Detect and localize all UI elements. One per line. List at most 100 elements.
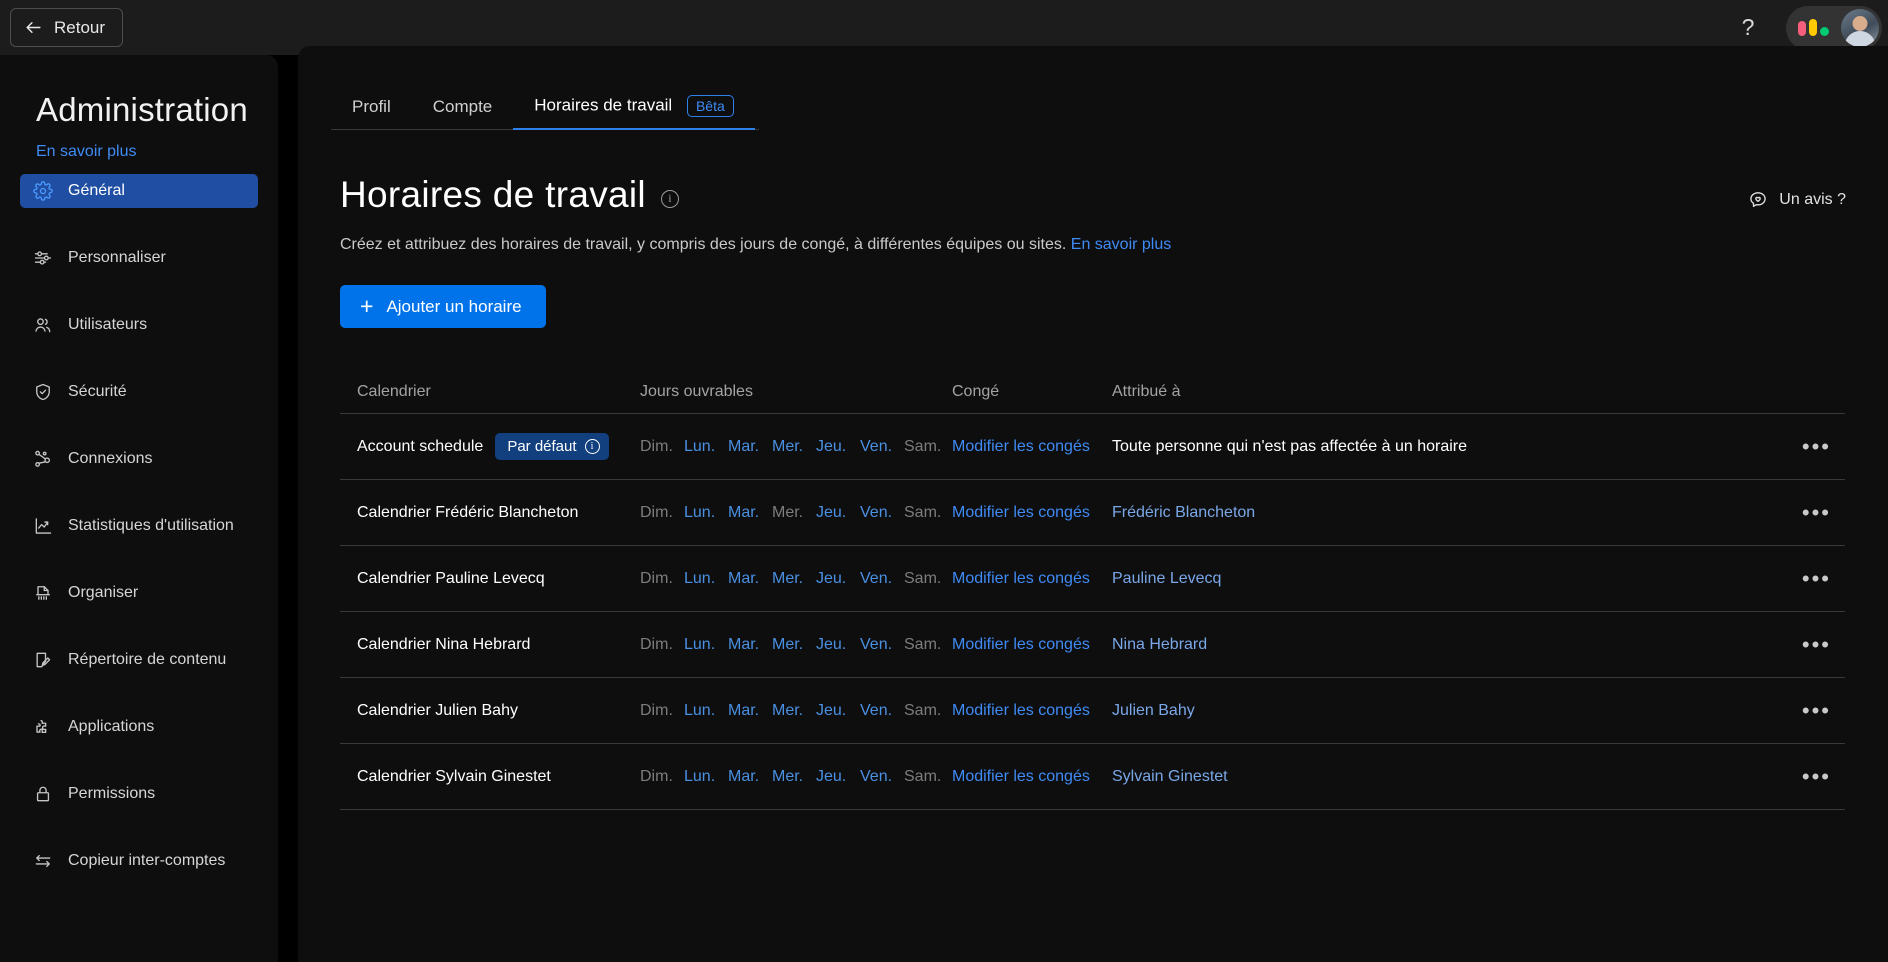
cell-assigned-to[interactable]: Nina Hebrard — [1112, 636, 1752, 654]
more-horizontal-icon[interactable]: ••• — [1802, 435, 1831, 457]
day-jeu[interactable]: Jeu. — [816, 702, 860, 720]
avatar[interactable] — [1841, 8, 1879, 47]
sidebar-item-statistiques[interactable]: Statistiques d'utilisation — [20, 509, 258, 543]
cell-assigned-to[interactable]: Pauline Levecq — [1112, 570, 1752, 588]
day-lun[interactable]: Lun. — [684, 768, 728, 786]
day-dim[interactable]: Dim. — [640, 702, 684, 720]
day-ven[interactable]: Ven. — [860, 570, 904, 588]
table-row[interactable]: Calendrier Pauline Levecq Dim. Lun. Mar.… — [340, 546, 1845, 612]
day-mer[interactable]: Mer. — [772, 438, 816, 456]
day-mar[interactable]: Mar. — [728, 636, 772, 654]
cell-row-actions: ••• — [1752, 501, 1845, 523]
sidebar-item-connexions[interactable]: Connexions — [20, 442, 258, 476]
day-lun[interactable]: Lun. — [684, 636, 728, 654]
sidebar-item-copieur-inter-comptes[interactable]: Copieur inter-comptes — [20, 844, 258, 878]
day-jeu[interactable]: Jeu. — [816, 768, 860, 786]
day-ven[interactable]: Ven. — [860, 768, 904, 786]
edit-leave-link[interactable]: Modifier les congés — [952, 636, 1112, 654]
sidebar-item-label: Sécurité — [68, 383, 127, 400]
more-horizontal-icon[interactable]: ••• — [1802, 501, 1831, 523]
day-lun[interactable]: Lun. — [684, 570, 728, 588]
day-mer[interactable]: Mer. — [772, 702, 816, 720]
day-jeu[interactable]: Jeu. — [816, 570, 860, 588]
tab-horaires-de-travail[interactable]: Horaires de travail Bêta — [513, 95, 755, 130]
day-dim[interactable]: Dim. — [640, 504, 684, 522]
day-mar[interactable]: Mar. — [728, 702, 772, 720]
column-header-calendar: Calendrier — [357, 382, 431, 400]
day-mer[interactable]: Mer. — [772, 504, 816, 522]
day-dim[interactable]: Dim. — [640, 636, 684, 654]
table-row[interactable]: Calendrier Julien Bahy Dim. Lun. Mar. Me… — [340, 678, 1845, 744]
add-schedule-button[interactable]: + Ajouter un horaire — [340, 285, 546, 328]
sidebar-item-utilisateurs[interactable]: Utilisateurs — [20, 308, 258, 342]
day-mar[interactable]: Mar. — [728, 504, 772, 522]
day-sam[interactable]: Sam. — [904, 702, 948, 720]
edit-leave-link[interactable]: Modifier les congés — [952, 438, 1112, 456]
day-mar[interactable]: Mar. — [728, 768, 772, 786]
user-menu[interactable] — [1786, 5, 1882, 50]
day-sam[interactable]: Sam. — [904, 636, 948, 654]
sidebar-learn-more-link[interactable]: En savoir plus — [0, 143, 137, 161]
edit-leave-link[interactable]: Modifier les congés — [952, 504, 1112, 522]
day-dim[interactable]: Dim. — [640, 570, 684, 588]
day-mer[interactable]: Mer. — [772, 636, 816, 654]
tab-compte[interactable]: Compte — [412, 97, 514, 129]
day-sam[interactable]: Sam. — [904, 768, 948, 786]
table-row[interactable]: Calendrier Nina Hebrard Dim. Lun. Mar. M… — [340, 612, 1845, 678]
day-dim[interactable]: Dim. — [640, 768, 684, 786]
cell-assigned-to[interactable]: Julien Bahy — [1112, 702, 1752, 720]
cell-assigned-to[interactable]: Frédéric Blancheton — [1112, 504, 1752, 522]
day-jeu[interactable]: Jeu. — [816, 438, 860, 456]
day-jeu[interactable]: Jeu. — [816, 504, 860, 522]
cell-assigned-to[interactable]: Sylvain Ginestet — [1112, 768, 1752, 786]
day-dim[interactable]: Dim. — [640, 438, 684, 456]
day-ven[interactable]: Ven. — [860, 438, 904, 456]
tab-profil[interactable]: Profil — [331, 97, 412, 129]
sidebar-item-general[interactable]: Général — [20, 174, 258, 208]
day-lun[interactable]: Lun. — [684, 438, 728, 456]
day-jeu[interactable]: Jeu. — [816, 636, 860, 654]
schedule-name: Account schedule — [357, 437, 484, 455]
schedules-table: Calendrier Jours ouvrables Congé Attribu… — [340, 370, 1845, 810]
day-ven[interactable]: Ven. — [860, 636, 904, 654]
day-mar[interactable]: Mar. — [728, 438, 772, 456]
edit-leave-link[interactable]: Modifier les congés — [952, 570, 1112, 588]
sidebar-item-label: Permissions — [68, 785, 156, 802]
feedback-button[interactable]: Un avis ? — [1748, 190, 1846, 210]
day-ven[interactable]: Ven. — [860, 504, 904, 522]
day-sam[interactable]: Sam. — [904, 438, 948, 456]
more-horizontal-icon[interactable]: ••• — [1802, 567, 1831, 589]
info-icon[interactable]: i — [660, 190, 679, 208]
sidebar-item-repertoire-contenu[interactable]: Répertoire de contenu — [20, 643, 258, 677]
day-sam[interactable]: Sam. — [904, 504, 948, 522]
day-mar[interactable]: Mar. — [728, 570, 772, 588]
day-ven[interactable]: Ven. — [860, 702, 904, 720]
sidebar-item-securite[interactable]: Sécurité — [20, 375, 258, 409]
table-row[interactable]: Calendrier Sylvain Ginestet Dim. Lun. Ma… — [340, 744, 1845, 810]
table-row[interactable]: Calendrier Frédéric Blancheton Dim. Lun.… — [340, 480, 1845, 546]
page-title-administration: Administration — [36, 91, 248, 128]
day-mer[interactable]: Mer. — [772, 768, 816, 786]
day-sam[interactable]: Sam. — [904, 570, 948, 588]
sidebar-item-personnaliser[interactable]: Personnaliser — [20, 241, 258, 275]
edit-leave-link[interactable]: Modifier les congés — [952, 768, 1112, 786]
table-row[interactable]: Account schedule Par défaut i Dim. Lun. … — [340, 414, 1845, 480]
cell-row-actions: ••• — [1752, 633, 1845, 655]
sidebar-item-applications[interactable]: Applications — [20, 710, 258, 744]
help-icon[interactable]: ? — [1726, 6, 1770, 50]
subtitle-learn-more-link[interactable]: En savoir plus — [1071, 236, 1172, 253]
tab-label: Profil — [352, 97, 391, 116]
more-horizontal-icon[interactable]: ••• — [1802, 699, 1831, 721]
edit-leave-link[interactable]: Modifier les congés — [952, 702, 1112, 720]
sidebar-item-organiser[interactable]: Organiser — [20, 576, 258, 610]
more-horizontal-icon[interactable]: ••• — [1802, 765, 1831, 787]
back-button[interactable]: Retour — [10, 8, 124, 47]
tab-label: Compte — [432, 97, 493, 116]
day-mer[interactable]: Mer. — [772, 570, 816, 588]
sidebar-item-permissions[interactable]: Permissions — [20, 777, 258, 811]
more-horizontal-icon[interactable]: ••• — [1802, 633, 1831, 655]
default-badge[interactable]: Par défaut i — [495, 433, 609, 460]
day-lun[interactable]: Lun. — [684, 504, 728, 522]
day-lun[interactable]: Lun. — [684, 702, 728, 720]
